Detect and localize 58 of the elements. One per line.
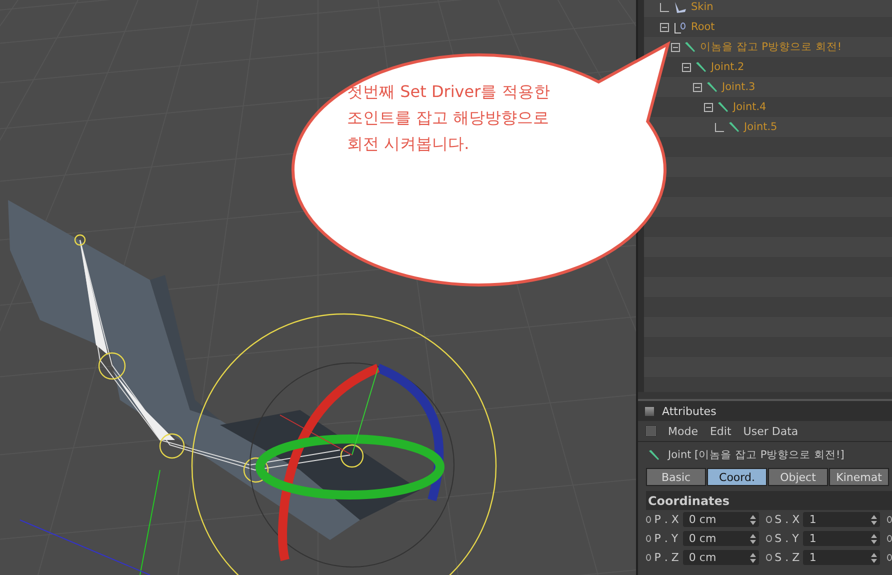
collapse-icon[interactable] — [660, 22, 669, 32]
grip-icon — [646, 426, 656, 436]
bone-icon — [648, 449, 660, 461]
tab[interactable]: Object — [768, 468, 828, 486]
field-label: P . Z — [654, 551, 680, 564]
keyframe-dot-icon[interactable] — [766, 516, 772, 523]
field-label: P . Y — [654, 532, 680, 545]
tab[interactable]: Kinemat — [829, 468, 889, 486]
object-label: Joint [이놈을 잡고 P방향으로 회전!] — [668, 448, 844, 462]
menu-item[interactable]: Edit — [710, 424, 732, 438]
keyframe-dot-icon[interactable] — [886, 554, 892, 561]
null-object-icon — [673, 20, 687, 34]
panel-icon — [645, 406, 654, 416]
keyframe-dot-icon[interactable] — [886, 535, 892, 542]
field-label: S . X — [774, 513, 800, 526]
spinner-icon[interactable] — [750, 514, 756, 524]
bone-icon — [728, 121, 740, 133]
collapse-icon[interactable] — [671, 42, 680, 52]
field-label: S . Y — [774, 532, 800, 545]
keyframe-dot-icon[interactable] — [766, 554, 772, 561]
number-field[interactable]: 1 — [803, 550, 880, 565]
callout-text: 조인트를 잡고 해당방향으로 — [347, 107, 550, 129]
tree-item[interactable]: Joint.4 — [733, 101, 766, 113]
callout-text: 첫번째 Set Driver를 적용한 — [347, 81, 550, 103]
bone-icon — [684, 41, 696, 53]
callout-text: 회전 시켜봅니다. — [347, 133, 470, 155]
collapse-icon[interactable] — [704, 102, 713, 112]
number-field[interactable]: 0 cm — [682, 531, 760, 546]
bone-icon — [695, 61, 707, 73]
number-field[interactable]: 0 cm — [682, 550, 760, 565]
keyframe-dot-icon[interactable] — [646, 535, 652, 542]
collapse-icon[interactable] — [693, 82, 702, 92]
keyframe-dot-icon[interactable] — [886, 516, 892, 523]
spinner-icon[interactable] — [870, 514, 877, 524]
tab[interactable]: Coord. — [707, 468, 767, 486]
menu-item[interactable]: User Data — [743, 424, 798, 438]
tree-item[interactable]: Root — [691, 21, 715, 33]
field-label: S . Z — [774, 551, 800, 564]
field-label: P . X — [654, 513, 680, 526]
number-field[interactable]: 1 — [803, 531, 880, 546]
number-field[interactable]: 1 — [803, 512, 880, 527]
keyframe-dot-icon[interactable] — [766, 535, 772, 542]
spinner-icon[interactable] — [750, 552, 756, 562]
section-header: Coordinates — [646, 491, 892, 510]
spinner-icon[interactable] — [870, 534, 877, 544]
bone-icon — [717, 101, 729, 113]
number-field[interactable]: 0 cm — [682, 512, 760, 527]
spinner-icon[interactable] — [870, 552, 877, 562]
tree-item[interactable]: Joint.2 — [711, 61, 744, 73]
skin-icon — [673, 0, 687, 14]
keyframe-dot-icon[interactable] — [646, 554, 652, 561]
bone-icon — [706, 81, 718, 93]
spinner-icon[interactable] — [750, 534, 756, 544]
keyframe-dot-icon[interactable] — [646, 516, 652, 523]
collapse-icon[interactable] — [682, 62, 691, 72]
tab[interactable]: Basic — [646, 468, 706, 486]
menu-item[interactable]: Mode — [668, 424, 698, 438]
panel-title: Attributes — [662, 404, 716, 418]
